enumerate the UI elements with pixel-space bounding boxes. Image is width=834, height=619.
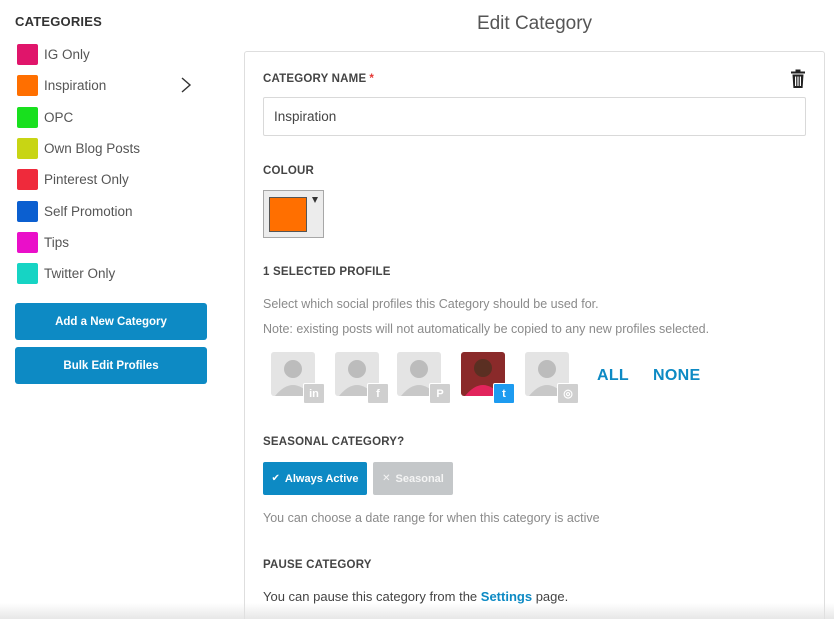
pause-category-text: You can pause this category from the Set…	[263, 589, 568, 604]
categories-sidebar: CATEGORIES IG Only Inspiration OPC Own B…	[0, 0, 222, 619]
profile-linkedin[interactable]: in	[271, 352, 325, 404]
selected-profiles-label: 1 SELECTED PROFILE	[263, 266, 391, 278]
profile-selector: in f P t ◎	[271, 352, 791, 404]
linkedin-icon: in	[303, 383, 325, 404]
close-icon: ✕	[382, 473, 391, 484]
category-color-swatch	[17, 169, 38, 191]
profile-instagram[interactable]: ◎	[525, 352, 579, 404]
always-active-toggle[interactable]: ✔ Always Active	[263, 462, 367, 495]
category-color-swatch	[17, 200, 38, 222]
facebook-icon: f	[367, 383, 389, 404]
bulk-edit-profiles-button[interactable]: Bulk Edit Profiles	[15, 347, 207, 384]
add-category-button[interactable]: Add a New Category	[15, 303, 207, 340]
twitter-icon: t	[493, 383, 515, 404]
colour-picker[interactable]	[263, 190, 324, 238]
seasonal-category-label: SEASONAL CATEGORY?	[263, 436, 405, 448]
category-label: OPC	[44, 109, 74, 125]
seasonal-help-text: You can choose a date range for when thi…	[263, 511, 600, 525]
category-item-twitter-only[interactable]: Twitter Only	[17, 258, 207, 289]
seasonal-label: Seasonal	[395, 472, 444, 485]
category-label: Own Blog Posts	[44, 141, 141, 157]
category-item-self-promotion[interactable]: Self Promotion	[17, 195, 207, 226]
category-item-opc[interactable]: OPC	[17, 102, 207, 133]
profiles-note-text: Note: existing posts will not automatica…	[263, 322, 710, 336]
select-all-profiles-link[interactable]: ALL	[597, 367, 629, 385]
sidebar-title: CATEGORIES	[15, 14, 102, 29]
instagram-icon: ◎	[557, 383, 579, 404]
category-item-ig-only[interactable]: IG Only	[17, 39, 207, 70]
dropdown-arrow-icon	[312, 197, 318, 203]
check-icon: ✔	[271, 473, 280, 484]
colour-swatch	[269, 197, 307, 232]
profile-twitter[interactable]: t	[461, 352, 515, 404]
category-label: IG Only	[44, 47, 90, 63]
category-item-pinterest-only[interactable]: Pinterest Only	[17, 164, 207, 195]
category-list: IG Only Inspiration OPC Own Blog Posts P…	[17, 39, 207, 289]
category-name-label: CATEGORY NAME *	[263, 73, 374, 85]
required-mark: *	[369, 73, 375, 85]
select-no-profiles-link[interactable]: NONE	[653, 367, 700, 385]
category-label: Tips	[44, 234, 70, 250]
trash-icon[interactable]	[790, 69, 806, 89]
profiles-help-text: Select which social profiles this Catego…	[263, 297, 599, 311]
category-label: Self Promotion	[44, 203, 133, 219]
category-color-swatch	[17, 138, 38, 160]
category-item-tips[interactable]: Tips	[17, 227, 207, 258]
category-label: Pinterest Only	[44, 172, 129, 188]
pause-text-before: You can pause this category from the	[263, 589, 478, 604]
settings-link[interactable]: Settings	[481, 589, 532, 604]
category-label: Inspiration	[44, 78, 107, 94]
chevron-right-icon	[179, 76, 193, 94]
pause-text-after: page.	[535, 589, 569, 604]
seasonal-toggle[interactable]: ✕ Seasonal	[373, 462, 453, 495]
page-title: Edit Category	[476, 13, 593, 34]
category-label: Twitter Only	[44, 266, 116, 282]
category-item-own-blog-posts[interactable]: Own Blog Posts	[17, 133, 207, 164]
category-name-input[interactable]	[263, 97, 806, 136]
edit-category-form: CATEGORY NAME* COLOUR 1 SELECTED PROFILE…	[244, 51, 825, 619]
profile-pinterest[interactable]: P	[397, 352, 451, 404]
category-color-swatch	[17, 106, 38, 128]
category-color-swatch	[17, 75, 38, 97]
category-color-swatch	[17, 231, 38, 253]
profile-facebook[interactable]: f	[335, 352, 389, 404]
always-active-label: Always Active	[284, 472, 359, 485]
pinterest-icon: P	[429, 383, 451, 404]
category-color-swatch	[17, 263, 38, 285]
category-name-label-text: CATEGORY NAME	[263, 73, 367, 85]
colour-label: COLOUR	[263, 165, 315, 177]
pause-category-label: PAUSE CATEGORY	[263, 559, 372, 571]
category-item-inspiration[interactable]: Inspiration	[17, 70, 207, 101]
category-color-swatch	[17, 44, 38, 66]
